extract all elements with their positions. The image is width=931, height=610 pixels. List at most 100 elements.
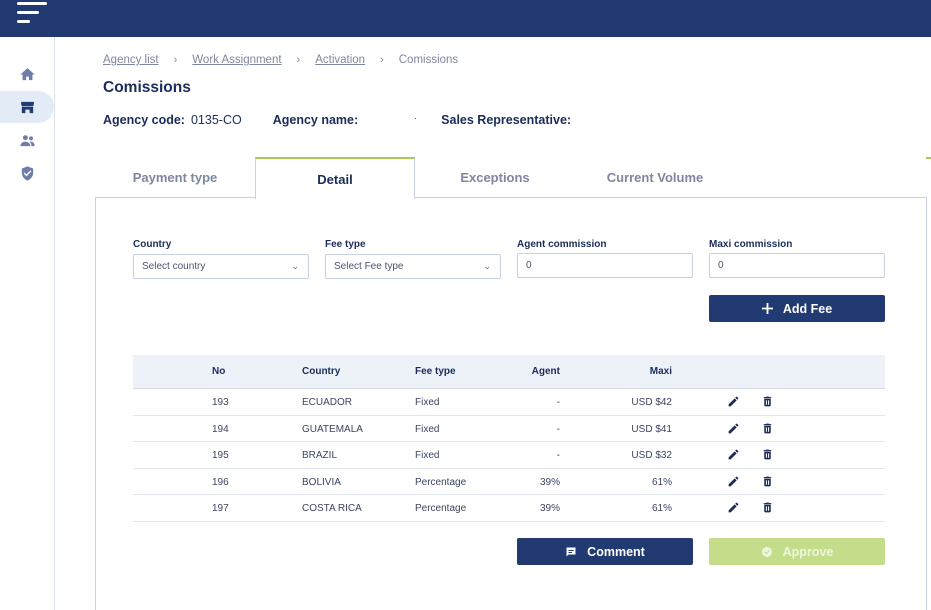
cell-fee-type: Fixed xyxy=(415,423,440,435)
add-fee-label: Add Fee xyxy=(782,301,833,316)
delete-button[interactable] xyxy=(761,395,775,409)
hamburger-menu-icon[interactable] xyxy=(17,2,47,24)
breadcrumb-separator: › xyxy=(173,54,178,66)
trash-icon xyxy=(763,503,772,513)
tab-current-volume[interactable]: Current Volume xyxy=(575,157,735,198)
chevron-down-icon: ⌄ xyxy=(291,261,299,271)
table-row: 193 ECUADOR Fixed - USD $42 xyxy=(133,389,885,416)
fees-table: No Country Fee type Agent Maxi 193 ECUAD… xyxy=(133,355,885,522)
sidebar-item-security[interactable] xyxy=(0,157,54,189)
sidebar xyxy=(0,37,55,610)
table-row: 194 GUATEMALA Fixed - USD $41 xyxy=(133,416,885,443)
agency-name-label: Agency name: xyxy=(272,113,359,127)
breadcrumb: Agency list › Work Assignment › Activati… xyxy=(103,54,458,66)
page-title: Comissions xyxy=(103,79,191,96)
edit-button[interactable] xyxy=(727,501,741,515)
agency-name-value: · xyxy=(414,113,418,123)
pencil-icon xyxy=(728,396,739,407)
users-icon xyxy=(19,134,35,146)
trash-icon xyxy=(763,449,772,460)
maxi-commission-input[interactable] xyxy=(709,253,885,278)
cell-no: 196 xyxy=(212,476,229,488)
sidebar-item-home[interactable] xyxy=(0,58,54,90)
top-bar xyxy=(0,0,931,37)
chevron-down-icon: ⌄ xyxy=(483,261,491,271)
cell-maxi: 61% xyxy=(651,476,672,488)
cell-no: 195 xyxy=(212,450,229,462)
cell-agent: 39% xyxy=(539,503,560,515)
pencil-icon xyxy=(728,423,739,433)
breadcrumb-separator: › xyxy=(380,54,384,66)
shield-check-icon xyxy=(21,165,33,181)
breadcrumb-activation[interactable]: Activation xyxy=(315,54,365,66)
check-circle-icon xyxy=(761,546,772,557)
delete-button[interactable] xyxy=(761,422,775,436)
approve-button[interactable]: Approve xyxy=(709,538,885,565)
delete-button[interactable] xyxy=(761,448,775,462)
breadcrumb-separator: › xyxy=(296,54,301,66)
breadcrumb-agency-list[interactable]: Agency list xyxy=(103,54,159,66)
cell-maxi: USD $32 xyxy=(631,450,672,462)
comment-label: Comment xyxy=(587,544,645,559)
edit-button[interactable] xyxy=(727,395,741,409)
delete-button[interactable] xyxy=(761,475,775,489)
country-select[interactable]: Select country ⌄ xyxy=(133,254,309,279)
sidebar-item-users[interactable] xyxy=(0,124,54,156)
approve-label: Approve xyxy=(782,544,834,559)
column-header-fee-type: Fee type xyxy=(415,366,456,377)
cell-maxi: 61% xyxy=(651,503,672,515)
cell-no: 194 xyxy=(212,423,229,435)
comment-button[interactable]: Comment xyxy=(517,538,693,565)
tab-detail[interactable]: Detail xyxy=(255,157,415,199)
edit-button[interactable] xyxy=(727,475,741,489)
cell-country: BOLIVIA xyxy=(302,476,341,488)
cell-no: 197 xyxy=(212,503,229,515)
fee-type-label: Fee type xyxy=(325,239,366,250)
fee-type-select[interactable]: Select Fee type ⌄ xyxy=(325,254,501,279)
edit-button[interactable] xyxy=(727,448,741,462)
trash-icon xyxy=(763,476,772,487)
cell-agent: 39% xyxy=(539,476,560,488)
tab-payment-type[interactable]: Payment type xyxy=(95,157,255,198)
column-header-no: No xyxy=(212,366,226,377)
fee-type-select-value: Select Fee type xyxy=(334,261,404,272)
cell-fee-type: Percentage xyxy=(415,503,467,515)
pencil-icon xyxy=(728,503,739,513)
agency-code-value: 0135-CO xyxy=(190,113,242,127)
column-header-maxi: Maxi xyxy=(649,366,672,377)
cell-fee-type: Percentage xyxy=(415,476,467,488)
delete-button[interactable] xyxy=(761,501,775,515)
column-header-country: Country xyxy=(302,366,341,377)
table-row: 197 COSTA RICA Percentage 39% 61% xyxy=(133,495,885,522)
cell-fee-type: Fixed xyxy=(415,450,440,462)
column-header-agent: Agent xyxy=(531,366,560,377)
plus-icon xyxy=(761,303,773,314)
country-select-value: Select country xyxy=(142,261,206,272)
agent-commission-input[interactable] xyxy=(517,253,693,278)
store-icon xyxy=(20,101,34,113)
pencil-icon xyxy=(728,476,739,487)
tab-exceptions[interactable]: Exceptions xyxy=(415,157,575,198)
cell-agent: - xyxy=(556,450,560,462)
breadcrumb-work-assignment[interactable]: Work Assignment xyxy=(192,54,281,66)
pencil-icon xyxy=(728,449,739,460)
cell-country: GUATEMALA xyxy=(302,423,363,435)
agency-code-label: Agency code: xyxy=(103,113,185,127)
cell-no: 193 xyxy=(212,397,229,408)
cell-agent: - xyxy=(556,423,560,435)
cell-maxi: USD $42 xyxy=(631,397,672,408)
table-row: 195 BRAZIL Fixed - USD $32 xyxy=(133,442,885,469)
sidebar-item-store[interactable] xyxy=(0,91,54,123)
maxi-commission-label: Maxi commission xyxy=(709,239,793,250)
table-row: 196 BOLIVIA Percentage 39% 61% xyxy=(133,469,885,496)
edit-button[interactable] xyxy=(727,422,741,436)
table-header: No Country Fee type Agent Maxi xyxy=(133,355,885,389)
agent-commission-label: Agent commission xyxy=(517,239,607,250)
comment-icon xyxy=(566,547,576,556)
trash-icon xyxy=(763,396,772,407)
add-fee-button[interactable]: Add Fee xyxy=(709,295,885,322)
breadcrumb-current: Comissions xyxy=(398,54,459,66)
cell-maxi: USD $41 xyxy=(631,423,672,435)
cell-country: BRAZIL xyxy=(302,450,338,462)
home-icon xyxy=(19,67,35,80)
